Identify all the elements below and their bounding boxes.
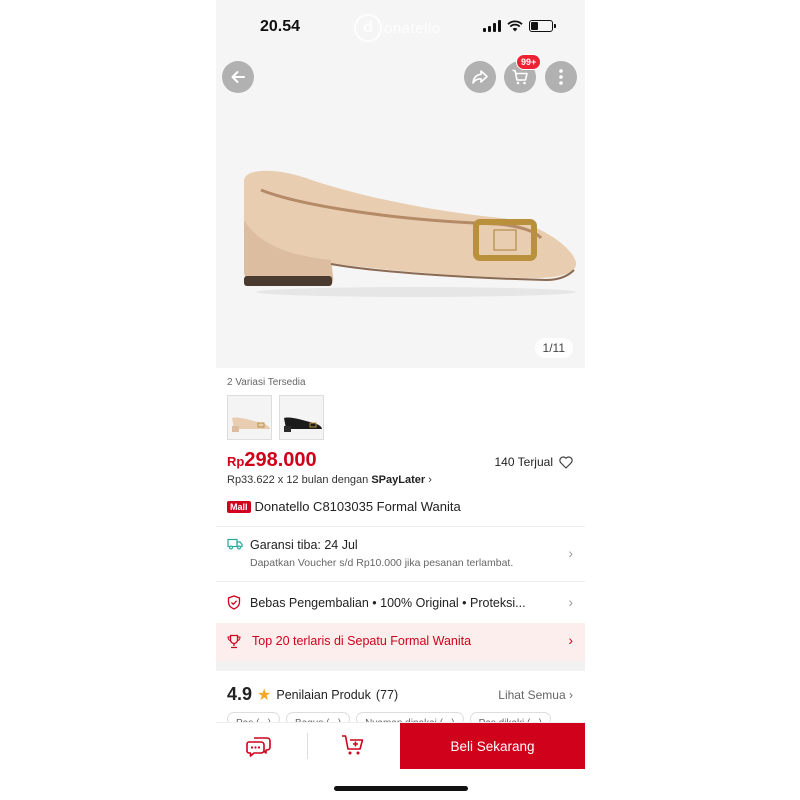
back-arrow-icon [231,71,245,83]
see-all-reviews-link[interactable]: Lihat Semua › [498,688,573,702]
sold-count: 140 Terjual [495,455,574,469]
price: Rp298.000 [227,449,317,472]
cart-icon [512,69,528,85]
signal-icon [483,20,501,32]
variants-label: 2 Variasi Tersedia [227,377,306,388]
variant-thumb-beige[interactable] [227,395,272,440]
chevron-right-icon: › [568,545,573,561]
rating-label: Penilaian Produk [276,687,371,702]
chevron-right-icon: › [568,632,573,648]
more-icon [559,69,563,85]
cart-button[interactable]: 99+ [504,54,542,93]
separator [307,733,308,759]
back-button[interactable] [222,61,254,93]
installment-brand: SPayLater [371,474,426,486]
shipping-title: Garansi tiba: 24 Jul [250,538,358,552]
bottom-action-bar: Beli Sekarang [216,722,585,769]
shipping-subtitle: Dapatkan Voucher s/d Rp10.000 jika pesan… [250,557,514,569]
installment-arrow: › [428,474,432,486]
guarantee-text: Bebas Pengembalian • 100% Original • Pro… [250,596,526,610]
wifi-icon [507,20,523,32]
home-indicator [334,786,468,791]
installment-info[interactable]: Rp33.622 x 12 bulan dengan SPayLater › [227,474,432,486]
product-title-row: Mall Donatello C8103035 Formal Wanita [227,499,461,514]
share-button[interactable] [464,61,496,93]
price-currency: Rp [227,454,245,469]
more-button[interactable] [545,61,577,93]
add-to-cart-icon[interactable] [341,734,365,756]
heart-icon[interactable] [559,455,573,469]
top-rank-banner[interactable]: Top 20 terlaris di Sepatu Formal Wanita … [216,623,585,661]
product-shoe-image [244,170,576,297]
top-rank-text: Top 20 terlaris di Sepatu Formal Wanita [252,634,472,648]
status-icons [483,20,556,32]
installment-text: Rp33.622 x 12 bulan dengan [227,474,372,486]
shield-icon [227,595,241,610]
sold-text: 140 Terjual [494,455,554,469]
variant-thumb-black[interactable] [279,395,324,440]
buy-now-button[interactable]: Beli Sekarang [400,723,585,769]
chat-icon[interactable] [246,735,272,757]
guarantee-row[interactable]: Bebas Pengembalian • 100% Original • Pro… [216,582,585,622]
chevron-right-icon: › [568,594,573,610]
cart-badge: 99+ [516,54,542,70]
price-amount: 298.000 [244,449,317,471]
battery-icon [529,20,556,32]
rating-score: 4.9 [227,684,253,704]
image-counter: 1/11 [534,338,573,358]
status-time: 20.54 [260,18,301,35]
mall-badge: Mall [227,500,251,513]
watermark-mark: d [354,14,382,42]
trophy-icon [227,634,241,649]
share-icon [472,70,488,84]
section-gap [216,661,585,671]
star-icon: ★ [257,686,272,704]
truck-icon [227,538,243,550]
brand-watermark: d onatello [354,14,441,42]
product-title: Donatello C8103035 Formal Wanita [254,499,461,514]
rating-summary: 4.9 ★ Penilaian Produk (77) [227,684,398,705]
product-page: 20.54 d onatello 99+ 1/11 2 Variasi Ters… [216,0,585,800]
shipping-row[interactable]: Garansi tiba: 24 Jul Dapatkan Voucher s/… [216,527,585,580]
rating-count: (77) [375,687,399,702]
see-all-label: Lihat Semua [498,688,566,702]
product-image-gallery[interactable]: 20.54 d onatello 99+ 1/11 [216,0,585,368]
watermark-text: onatello [384,19,441,37]
